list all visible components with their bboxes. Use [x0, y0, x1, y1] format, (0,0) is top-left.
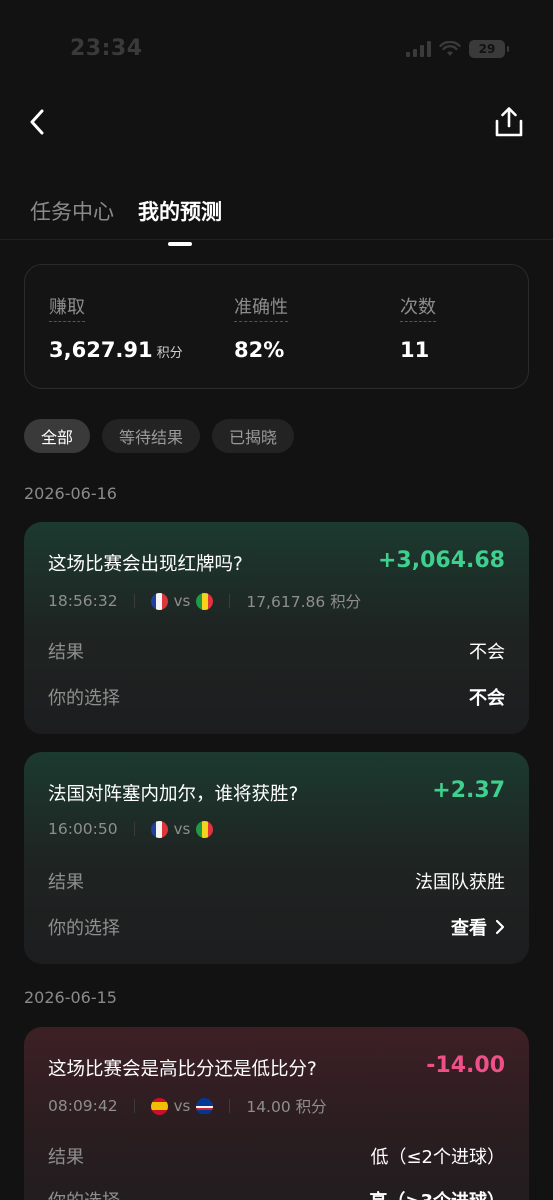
vs-label: vs: [173, 592, 191, 610]
filter-chips: 全部 等待结果 已揭晓: [24, 419, 295, 453]
share-button[interactable]: [491, 104, 527, 140]
divider: [133, 822, 135, 836]
vs-label: vs: [173, 820, 191, 838]
prediction-card[interactable]: 这场比赛会是高比分还是低比分? -14.00 08:09:42 vs 14.00…: [24, 1027, 529, 1200]
stat-count-value: 11: [400, 338, 430, 362]
stat-earned: 赚取 3,627.91 积分: [49, 293, 183, 362]
wifi-icon: [439, 41, 461, 56]
stat-earned-label[interactable]: 赚取: [49, 293, 85, 322]
tab-bar: 任务中心 我的预测: [30, 196, 222, 240]
prediction-meta: 18:56:32 vs 17,617.86 积分: [48, 590, 361, 612]
choice-value: 不会: [469, 688, 505, 709]
prediction-question: 法国对阵塞内加尔，谁将获胜?: [48, 784, 299, 805]
senegal-flag-icon: [196, 592, 214, 610]
stat-earned-unit: 积分: [156, 346, 183, 361]
result-value: 法国队获胜: [415, 872, 505, 893]
back-button[interactable]: [22, 104, 52, 140]
divider: [229, 594, 231, 608]
status-icons: 29: [406, 40, 509, 58]
prediction-amount: +2.37: [432, 778, 505, 803]
date-header: 2026-06-16: [24, 484, 117, 503]
result-label: 结果: [48, 642, 84, 663]
filter-pending[interactable]: 等待结果: [102, 419, 201, 453]
result-label: 结果: [48, 1147, 84, 1168]
prediction-time: 08:09:42: [48, 1097, 118, 1115]
choice-label: 你的选择: [48, 1187, 120, 1200]
share-icon: [495, 107, 523, 137]
prediction-points: 14.00 积分: [246, 1098, 327, 1116]
stat-accuracy-label[interactable]: 准确性: [234, 293, 288, 322]
prediction-time: 16:00:50: [48, 820, 118, 838]
stat-count: 次数 11: [400, 293, 436, 362]
stat-earned-number: 3,627.91: [49, 338, 153, 362]
stat-earned-value: 3,627.91 积分: [49, 338, 183, 362]
filter-revealed[interactable]: 已揭晓: [212, 419, 295, 453]
choice-value: 高（>3个进球）: [369, 1187, 505, 1200]
result-label: 结果: [48, 872, 84, 893]
prediction-points: 17,617.86 积分: [246, 593, 362, 611]
signal-icon: [406, 41, 431, 57]
prediction-question: 这场比赛会是高比分还是低比分?: [48, 1059, 317, 1080]
prediction-question: 这场比赛会出现红牌吗?: [48, 554, 243, 575]
view-choice-label: 查看: [451, 918, 487, 939]
vs-label: vs: [173, 1097, 191, 1115]
tab-task-center[interactable]: 任务中心: [30, 196, 114, 240]
status-time: 23:34: [70, 36, 143, 61]
senegal-flag-icon: [196, 820, 214, 838]
tab-my-predictions[interactable]: 我的预测: [138, 196, 222, 240]
prediction-meta: 08:09:42 vs 14.00 积分: [48, 1095, 327, 1117]
cape-verde-flag-icon: [196, 1097, 214, 1115]
status-bar: 23:34 29: [0, 0, 553, 100]
view-choice-link[interactable]: 查看: [451, 914, 505, 940]
stat-accuracy: 准确性 82%: [234, 293, 288, 362]
battery-icon: 29: [469, 40, 509, 58]
chevron-right-icon: [495, 919, 505, 935]
choice-label: 你的选择: [48, 688, 120, 709]
filter-all[interactable]: 全部: [24, 419, 91, 453]
stat-accuracy-value: 82%: [234, 338, 285, 362]
spain-flag-icon: [150, 1097, 168, 1115]
choice-label: 你的选择: [48, 918, 120, 939]
divider: [133, 594, 135, 608]
prediction-meta: 16:00:50 vs: [48, 820, 214, 838]
tabs-divider: [0, 239, 553, 240]
prediction-amount: +3,064.68: [378, 548, 505, 573]
divider: [229, 1099, 231, 1113]
prediction-card[interactable]: 法国对阵塞内加尔，谁将获胜? +2.37 16:00:50 vs 结果 法国队获…: [24, 752, 529, 964]
prediction-card[interactable]: 这场比赛会出现红牌吗? +3,064.68 18:56:32 vs 17,617…: [24, 522, 529, 734]
france-flag-icon: [150, 592, 168, 610]
france-flag-icon: [150, 820, 168, 838]
prediction-amount: -14.00: [426, 1053, 505, 1078]
result-value: 不会: [469, 642, 505, 663]
divider: [133, 1099, 135, 1113]
stat-count-label[interactable]: 次数: [400, 293, 436, 322]
result-value: 低（≤2个进球）: [370, 1147, 505, 1168]
stats-card: 赚取 3,627.91 积分 准确性 82% 次数 11: [24, 264, 529, 389]
chevron-left-icon: [30, 109, 44, 135]
prediction-time: 18:56:32: [48, 592, 118, 610]
date-header: 2026-06-15: [24, 988, 117, 1007]
